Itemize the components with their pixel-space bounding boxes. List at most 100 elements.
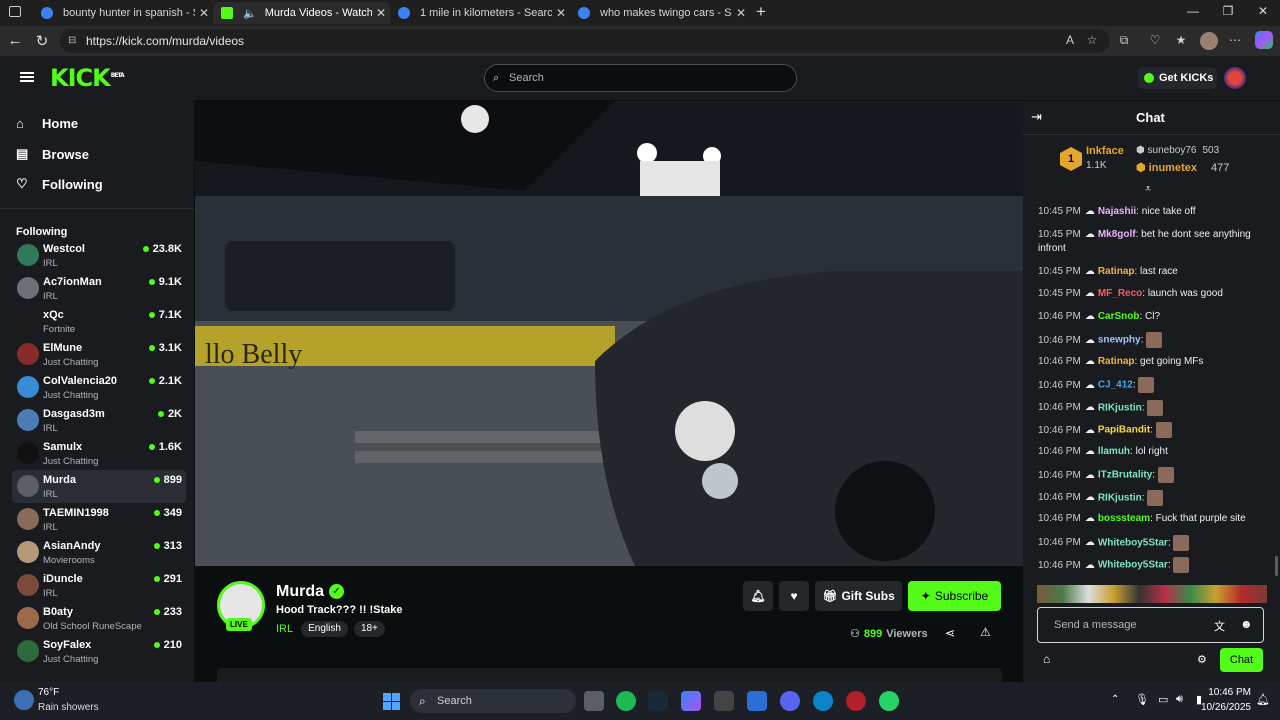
spotify-icon[interactable] bbox=[616, 691, 636, 711]
notification-bell-button[interactable]: 🔔︎ bbox=[743, 581, 773, 611]
message-user[interactable]: RIKjustin bbox=[1098, 492, 1142, 503]
site-info-icon[interactable]: ⊟ bbox=[68, 29, 76, 53]
favorites-icon[interactable]: ★ bbox=[1172, 33, 1190, 47]
read-aloud-icon[interactable]: A bbox=[1061, 33, 1079, 47]
leaderboard-first-name[interactable]: Inkface bbox=[1086, 145, 1124, 157]
chat-send-button[interactable]: Chat bbox=[1220, 648, 1263, 672]
close-icon[interactable]: ✕ bbox=[195, 6, 213, 20]
network-icon[interactable]: ▭ bbox=[1158, 693, 1168, 706]
close-icon[interactable]: ✕ bbox=[552, 6, 570, 20]
extensions-icon[interactable]: ⧉ bbox=[1115, 33, 1133, 48]
sidebar-channel[interactable]: TAEMIN1998 IRL 349 bbox=[12, 503, 186, 536]
follow-heart-button[interactable]: ♥ bbox=[779, 581, 809, 611]
sidebar-item-home[interactable]: ⌂ Home bbox=[16, 116, 78, 131]
sidebar-channel[interactable]: B0aty Old School RuneScape 233 bbox=[12, 602, 186, 635]
more-options-icon[interactable]: ⋯ bbox=[1226, 33, 1244, 47]
sidebar-channel[interactable]: Samulx Just Chatting 1.6K bbox=[12, 437, 186, 470]
user-avatar[interactable] bbox=[1224, 67, 1246, 89]
expand-leaderboard-icon[interactable]: ⩡ bbox=[1145, 183, 1151, 196]
sidebar-item-browse[interactable]: ▤ Browse bbox=[16, 146, 89, 162]
taskbar-search[interactable]: ⌕ Search bbox=[410, 689, 576, 713]
tab-3[interactable]: who makes twingo cars - Search ✕ bbox=[570, 2, 750, 24]
microphone-icon[interactable]: 🎙︎ bbox=[1135, 693, 1149, 706]
message-user[interactable]: RIKjustin bbox=[1098, 402, 1142, 413]
message-user[interactable]: ITzBrutality bbox=[1098, 470, 1152, 481]
new-tab-icon[interactable]: + bbox=[756, 2, 766, 22]
chat-scrollbar[interactable] bbox=[1275, 556, 1278, 576]
emote-bar[interactable] bbox=[1037, 585, 1267, 603]
tray-chevron-icon[interactable]: ⌃ bbox=[1111, 694, 1119, 705]
tag-mature[interactable]: 18+ bbox=[353, 621, 385, 637]
clock-time[interactable]: 10:46 PM bbox=[1203, 687, 1251, 698]
speaker-icon[interactable]: 🔈 bbox=[243, 7, 257, 20]
window-close-icon[interactable]: ✕ bbox=[1248, 4, 1278, 18]
report-icon[interactable]: ⚠ bbox=[980, 625, 991, 639]
copilot-app-icon[interactable] bbox=[681, 691, 701, 711]
minimize-icon[interactable]: — bbox=[1178, 4, 1208, 18]
copilot-icon[interactable] bbox=[1255, 31, 1273, 49]
edge-icon[interactable] bbox=[813, 691, 833, 711]
notifications-icon[interactable]: 🔔︎ bbox=[1256, 693, 1270, 706]
gift-subs-button[interactable]: 🎁︎ Gift Subs bbox=[815, 581, 902, 611]
channel-name[interactable]: Murda bbox=[276, 583, 324, 601]
sidebar-channel[interactable]: ColValencia20 Just Chatting 2.1K bbox=[12, 371, 186, 404]
store-app-icon[interactable] bbox=[747, 691, 767, 711]
close-icon[interactable]: ✕ bbox=[372, 6, 390, 20]
message-user[interactable]: MF_Reco bbox=[1098, 288, 1142, 299]
sidebar-channel[interactable]: SoyFalex Just Chatting 210 bbox=[12, 635, 186, 668]
back-icon[interactable]: ← bbox=[5, 32, 25, 49]
collapse-chat-icon[interactable]: ⇥ bbox=[1031, 109, 1042, 125]
refresh-icon[interactable]: ↻ bbox=[32, 32, 52, 50]
sidebar-item-following[interactable]: ♡ Following bbox=[16, 176, 103, 192]
clock-date[interactable]: 10/26/2025 bbox=[1195, 702, 1251, 713]
message-user[interactable]: bosssteam bbox=[1098, 513, 1150, 524]
url-field[interactable]: ⊟ https://kick.com/murda/videos bbox=[60, 29, 1110, 53]
message-user[interactable]: Mk8golf bbox=[1098, 229, 1136, 240]
maximize-icon[interactable]: ❐ bbox=[1213, 4, 1243, 18]
sidebar-channel[interactable]: Ac7ionMan IRL 9.1K bbox=[12, 272, 186, 305]
close-icon[interactable]: ✕ bbox=[732, 6, 750, 20]
sidebar-channel[interactable]: xQc Fortnite 7.1K bbox=[12, 305, 186, 338]
steam-icon[interactable] bbox=[648, 691, 668, 711]
profile-avatar[interactable] bbox=[1200, 32, 1218, 50]
sidebar-channel[interactable]: AsianAndy Movierooms 313 bbox=[12, 536, 186, 569]
leaderboard-third[interactable]: ⬢ inumetex 477 bbox=[1136, 161, 1229, 174]
sidebar-channel[interactable]: iDuncle IRL 291 bbox=[12, 569, 186, 602]
favorite-star-icon[interactable]: ☆ bbox=[1083, 33, 1101, 47]
message-user[interactable]: llamuh bbox=[1098, 446, 1130, 457]
kick-logo[interactable]: KICKBETA bbox=[50, 64, 125, 92]
chrome-icon[interactable] bbox=[714, 691, 734, 711]
message-user[interactable]: Najashii bbox=[1098, 206, 1136, 217]
sidebar-toggle-icon[interactable] bbox=[9, 6, 21, 17]
get-kicks-button[interactable]: Get KICKs bbox=[1138, 67, 1217, 89]
discord-icon[interactable] bbox=[780, 691, 800, 711]
message-user[interactable]: Whiteboy5Star bbox=[1098, 560, 1168, 571]
tab-1[interactable]: 🔈 Murda Videos - Watch On-D ✕ bbox=[213, 2, 390, 24]
category-link[interactable]: IRL bbox=[276, 623, 293, 635]
whatsapp-icon[interactable] bbox=[879, 691, 899, 711]
message-user[interactable]: CJ_412 bbox=[1098, 380, 1133, 391]
emoji-icon[interactable]: ☻ bbox=[1240, 617, 1253, 631]
store-icon[interactable]: ⌂ bbox=[1043, 652, 1050, 666]
translate-icon[interactable]: 文 bbox=[1214, 618, 1225, 634]
tag-language[interactable]: English bbox=[301, 621, 348, 637]
weather-icon[interactable] bbox=[14, 690, 34, 710]
sidebar-channel[interactable]: Murda IRL 899 bbox=[12, 470, 186, 503]
message-user[interactable]: snewphy bbox=[1098, 335, 1141, 346]
chat-settings-icon[interactable]: ⚙ bbox=[1197, 653, 1207, 666]
tab-0[interactable]: bounty hunter in spanish - Search ✕ bbox=[33, 2, 213, 24]
task-view-icon[interactable] bbox=[584, 691, 604, 711]
sidebar-channel[interactable]: ElMune Just Chatting 3.1K bbox=[12, 338, 186, 371]
message-user[interactable]: Ratinap bbox=[1098, 356, 1135, 367]
volume-icon[interactable]: 🔊︎ bbox=[1176, 693, 1183, 706]
message-user[interactable]: Whiteboy5Star bbox=[1098, 537, 1168, 548]
leaderboard-second[interactable]: ⬢ suneboy76 503 bbox=[1136, 145, 1219, 156]
chat-input[interactable]: Send a message 文 ☻ bbox=[1037, 607, 1264, 643]
browser-essentials-icon[interactable]: ♡ bbox=[1146, 33, 1164, 47]
search-input[interactable]: ⌕ Search bbox=[484, 64, 797, 92]
menu-icon[interactable] bbox=[20, 72, 34, 74]
sidebar-channel[interactable]: Westcol IRL 23.8K bbox=[12, 239, 186, 272]
app-icon[interactable] bbox=[846, 691, 866, 711]
sidebar-channel[interactable]: Dasgasd3m IRL 2K bbox=[12, 404, 186, 437]
video-player[interactable]: llo Belly bbox=[195, 101, 1023, 566]
